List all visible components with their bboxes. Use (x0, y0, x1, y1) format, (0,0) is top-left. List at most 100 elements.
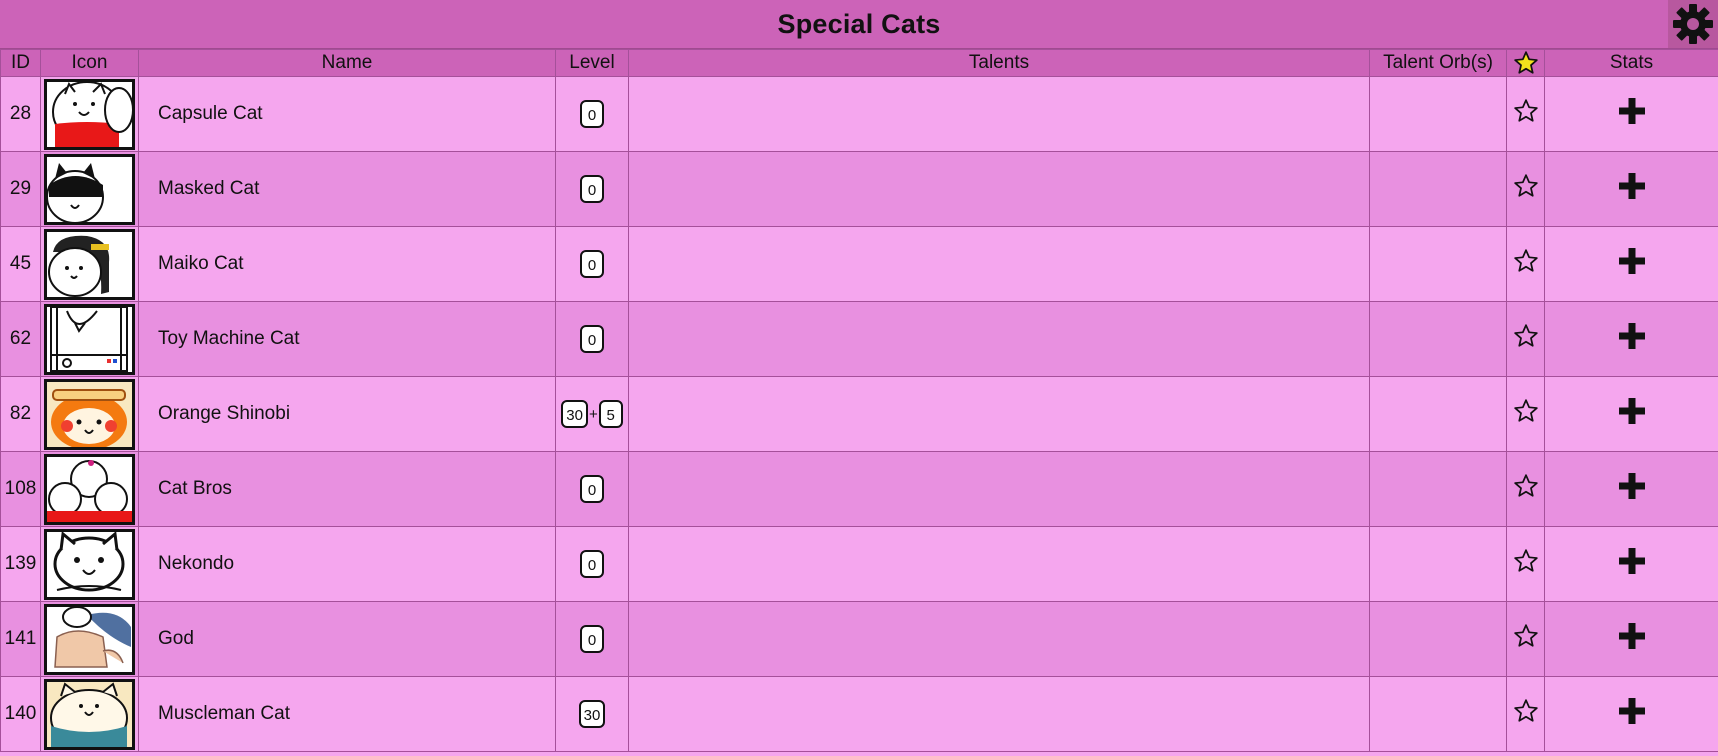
column-header-icon[interactable]: Icon (40, 49, 139, 77)
table-row: 45 Maiko Cat 0 (0, 226, 1718, 302)
level-input[interactable]: 0 (580, 250, 604, 278)
table-row: 139 Nekondo 0 (0, 526, 1718, 602)
talents-cell (628, 376, 1370, 452)
cat-name: Capsule Cat (138, 76, 556, 152)
table-row: 28 Capsule Cat 0 (0, 76, 1718, 152)
level-cell: 0 (555, 226, 629, 302)
plus-icon[interactable] (1618, 697, 1646, 725)
level-input[interactable]: 30 (561, 400, 588, 428)
plus-icon[interactable] (1618, 247, 1646, 275)
plus-icon[interactable] (1618, 172, 1646, 200)
level-cell: 0 (555, 76, 629, 152)
cat-name: Masked Cat (138, 151, 556, 227)
star-outline-icon[interactable] (1513, 248, 1539, 274)
talent-orbs-cell (1369, 526, 1507, 602)
favorite-cell (1506, 601, 1545, 677)
level-input[interactable]: 0 (580, 625, 604, 653)
plus-icon[interactable] (1618, 397, 1646, 425)
level-input[interactable]: 0 (580, 475, 604, 503)
plus-level-input[interactable]: 5 (598, 400, 623, 428)
level-input[interactable]: 30 (578, 700, 606, 728)
capsule-cat-icon (44, 79, 135, 150)
level-cell: 30 +5 (555, 376, 629, 452)
gear-icon[interactable] (1671, 2, 1715, 46)
favorite-cell (1506, 676, 1545, 752)
level-cell: 0 (555, 526, 629, 602)
talent-orbs-cell (1369, 451, 1507, 527)
masked-cat-icon (44, 154, 135, 225)
cat-icon-cell (40, 676, 139, 752)
cat-id: 28 (0, 76, 41, 152)
column-header-id[interactable]: ID (0, 49, 41, 77)
cat-name: Nekondo (138, 526, 556, 602)
plus-icon[interactable] (1618, 622, 1646, 650)
level-input[interactable]: 0 (580, 100, 604, 128)
column-header-favorite[interactable] (1506, 49, 1545, 77)
favorite-cell (1506, 301, 1545, 377)
level-input[interactable]: 0 (580, 550, 604, 578)
column-header-stats[interactable]: Stats (1544, 49, 1718, 77)
level-input[interactable]: 0 (580, 325, 604, 353)
star-outline-icon[interactable] (1513, 173, 1539, 199)
stats-cell (1544, 376, 1718, 452)
cat-icon-cell (40, 226, 139, 302)
plus-icon[interactable] (1618, 472, 1646, 500)
level-cell: 0 (555, 601, 629, 677)
cat-icon-cell (40, 601, 139, 677)
cat-icon-cell (40, 151, 139, 227)
favorite-cell (1506, 76, 1545, 152)
cat-id: 82 (0, 376, 41, 452)
plus-icon[interactable] (1618, 547, 1646, 575)
level-cell: 0 (555, 451, 629, 527)
talent-orbs-cell (1369, 676, 1507, 752)
talent-orbs-cell (1369, 301, 1507, 377)
talent-orbs-cell (1369, 151, 1507, 227)
cat-icon-cell (40, 301, 139, 377)
cat-id: 140 (0, 676, 41, 752)
star-outline-icon[interactable] (1513, 473, 1539, 499)
star-outline-icon[interactable] (1513, 323, 1539, 349)
star-outline-icon[interactable] (1513, 623, 1539, 649)
cat-icon-cell (40, 451, 139, 527)
cat-id: 29 (0, 151, 41, 227)
settings-button[interactable] (1668, 0, 1718, 48)
column-header-level[interactable]: Level (555, 49, 629, 77)
level-cell: 0 (555, 301, 629, 377)
talent-orbs-cell (1369, 601, 1507, 677)
talents-cell (628, 526, 1370, 602)
talents-cell (628, 451, 1370, 527)
level-cell: 0 (555, 151, 629, 227)
toy-machine-cat-icon (44, 304, 135, 375)
table-row: 108 Cat Bros 0 (0, 451, 1718, 527)
star-outline-icon[interactable] (1513, 698, 1539, 724)
star-outline-icon[interactable] (1513, 548, 1539, 574)
level-input[interactable]: 0 (580, 175, 604, 203)
title-bar: Special Cats (0, 0, 1718, 49)
orange-shinobi-icon (44, 379, 135, 450)
column-header-talent-orbs[interactable]: Talent Orb(s) (1369, 49, 1507, 77)
star-outline-icon[interactable] (1513, 98, 1539, 124)
table-row: 141 God 0 (0, 601, 1718, 677)
muscleman-cat-icon (44, 679, 135, 750)
plus-icon[interactable] (1618, 97, 1646, 125)
cats-table: ID Icon Name Level Talents Talent Orb(s)… (0, 49, 1718, 752)
stats-cell (1544, 451, 1718, 527)
stats-cell (1544, 526, 1718, 602)
star-filled-icon[interactable] (1513, 50, 1539, 76)
stats-cell (1544, 151, 1718, 227)
cat-name: God (138, 601, 556, 677)
stats-cell (1544, 601, 1718, 677)
column-header-name[interactable]: Name (138, 49, 556, 77)
talents-cell (628, 676, 1370, 752)
star-outline-icon[interactable] (1513, 398, 1539, 424)
stats-cell (1544, 301, 1718, 377)
level-cell: 30 (555, 676, 629, 752)
stats-cell (1544, 226, 1718, 302)
favorite-cell (1506, 226, 1545, 302)
plus-icon[interactable] (1618, 322, 1646, 350)
cat-name: Cat Bros (138, 451, 556, 527)
favorite-cell (1506, 376, 1545, 452)
column-header-talents[interactable]: Talents (628, 49, 1370, 77)
talents-cell (628, 226, 1370, 302)
table-row: 29 Masked Cat 0 (0, 151, 1718, 227)
